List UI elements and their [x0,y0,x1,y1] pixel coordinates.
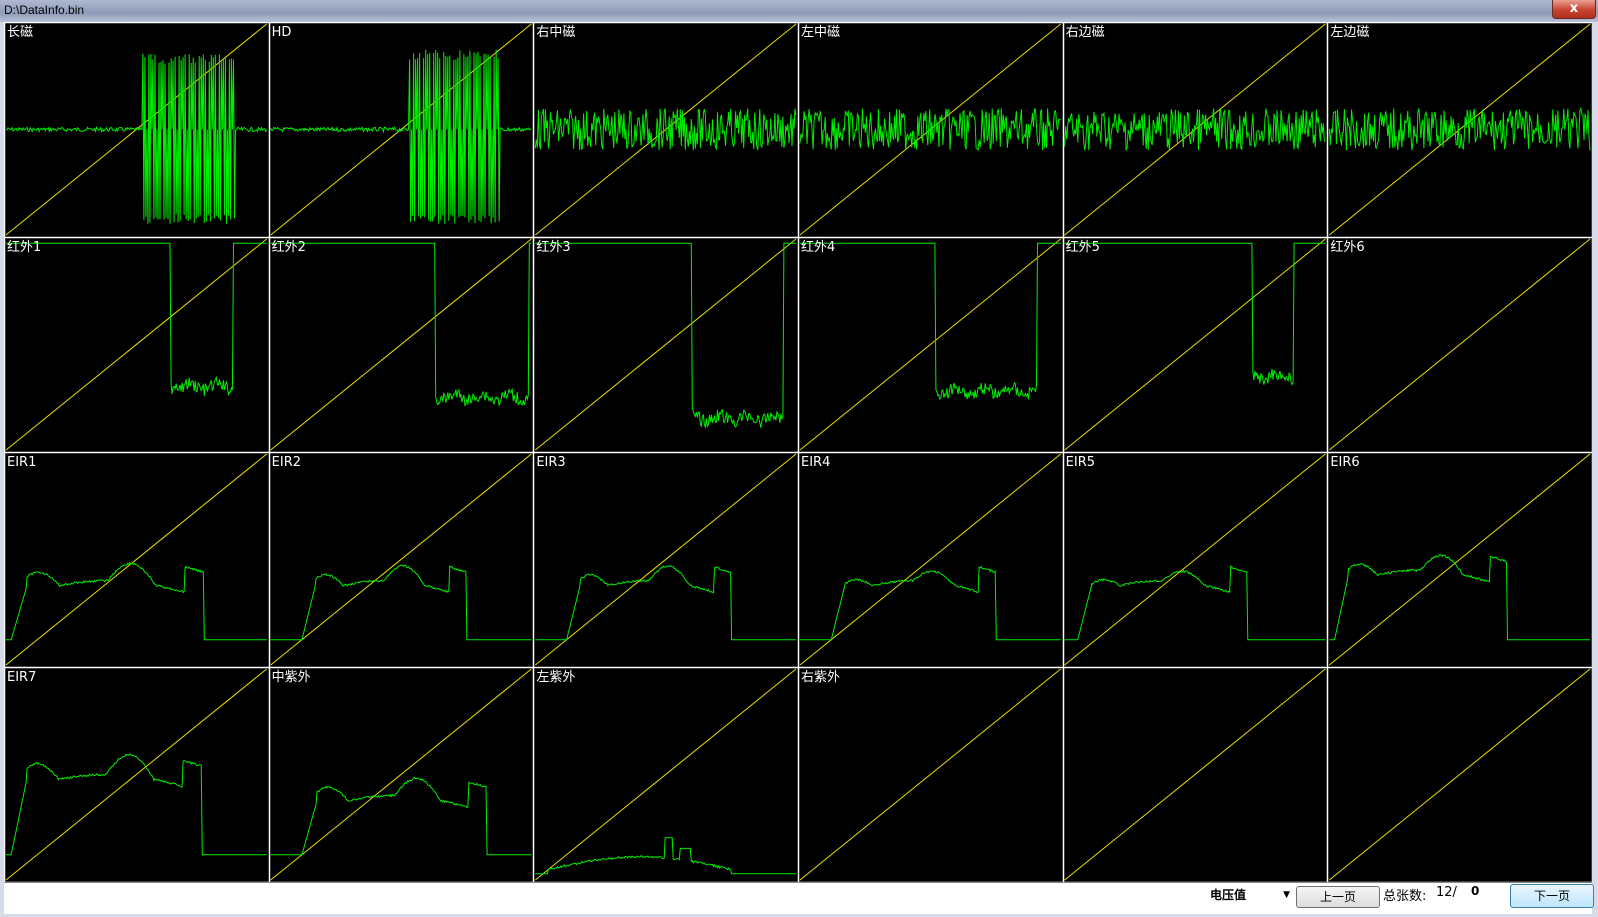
reference-diagonal-line [799,453,1061,666]
panel-title: 左边磁 [1330,25,1369,40]
signal-panel: 左中磁 [799,23,1061,236]
panel-title: 左紫外 [536,670,575,685]
panel-title: 红外5 [1066,239,1100,255]
signal-panel: 右中磁 [534,23,797,236]
reference-diagonal-line [1329,238,1591,451]
signal-panel: 红外5 [1064,238,1326,451]
signal-trace [6,561,267,641]
signal-panel: EIR4 [799,453,1061,666]
signal-panel: 红外1 [5,238,267,451]
panel-title: EIR5 [1066,455,1095,470]
window-title: D:\DataInfo.bin [4,3,85,17]
signal-panel: 左紫外 [535,668,797,881]
panel-title: 长磁 [7,25,33,40]
panel-title: EIR6 [1330,455,1359,470]
signal-trace [800,565,1061,641]
signal-trace [534,108,797,151]
signal-trace [1329,553,1590,641]
panel-title: 红外6 [1330,239,1364,255]
panel-title: 红外2 [272,239,306,255]
chevron-down-icon[interactable]: ▼ [1283,885,1290,905]
panel-title: 红外3 [536,239,570,255]
signal-panel: EIR6 [1329,453,1591,666]
reference-diagonal-line [5,668,267,881]
signal-panel: 左边磁 [1328,23,1591,236]
panel-title: 左中磁 [801,25,840,40]
chart-grid: 长磁 HD 右中磁 左中磁 右边磁 左边磁红外1 红外2 红外3 红外4 红外5 红外6 EIR1 EI… [4,22,1592,882]
panel-title: 右中磁 [536,25,575,40]
reference-diagonal-line [1329,453,1591,666]
signal-panel: EIR3 [535,453,797,666]
signal-trace [6,242,267,397]
signal-trace [270,242,532,408]
signal-panel: 红外4 [799,238,1061,451]
signal-panel: EIR1 [5,453,267,666]
reference-diagonal-line [535,453,797,666]
total-page-value: 0 [1471,884,1480,898]
signal-trace [270,49,532,224]
mode-select-value: 电压值 [1210,888,1247,902]
signal-panel: HD [270,23,532,236]
current-page-value: 12/ [1436,885,1457,900]
total-count-label: 总张数: [1383,889,1427,904]
signal-trace [535,837,796,875]
panel-title: EIR3 [536,455,565,470]
mode-select[interactable]: 电压值 ▼ [1206,885,1294,905]
signal-trace [270,776,532,856]
reference-diagonal-line [1064,668,1326,881]
reference-diagonal-line [799,668,1061,881]
signal-trace [799,108,1061,152]
signal-panel: 红外6 [1329,238,1591,451]
reference-diagonal-line [1064,238,1326,451]
reference-diagonal-line [270,453,532,666]
signal-panel [1064,668,1326,881]
signal-trace [1064,565,1326,641]
panel-title: 右紫外 [801,670,840,685]
close-button[interactable]: x [1552,0,1596,19]
reference-diagonal-line [1329,668,1591,881]
reference-diagonal-line [270,668,532,881]
reference-diagonal-line [270,238,532,451]
signal-panel: EIR5 [1064,453,1326,666]
panel-title: 中紫外 [272,670,311,685]
signal-panel: EIR7 [5,668,267,881]
panel-title: 右边磁 [1066,25,1105,40]
signal-panel: 长磁 [5,23,268,236]
signal-panel: EIR2 [270,453,532,666]
reference-diagonal-line [1064,453,1326,666]
panel-borders [4,22,1592,882]
panel-title: EIR1 [7,455,36,470]
panel-title: EIR4 [801,455,830,470]
reference-diagonal-line [535,668,797,881]
signal-trace [800,242,1061,401]
signal-panel: 红外3 [535,238,797,451]
signal-trace [5,53,268,224]
signal-panel: 右紫外 [799,668,1061,881]
reference-diagonal-line [5,453,267,666]
prev-page-button[interactable]: 上一页 [1296,886,1380,908]
reference-diagonal-line [1329,23,1591,236]
signal-trace [6,753,267,856]
reference-diagonal-line [5,238,267,451]
signal-trace [270,564,532,641]
panel-title: 红外1 [7,239,41,255]
signal-trace [535,564,796,641]
signal-panel [1329,668,1591,881]
signal-trace [1064,242,1326,386]
chart-grid-svg: 长磁 HD 右中磁 左中磁 右边磁 左边磁红外1 红外2 红外3 红外4 红外5 红外6 EIR1 EI… [4,22,1592,882]
signal-panel: 中紫外 [270,668,532,881]
signal-panel: 右边磁 [1064,23,1326,236]
reference-diagonal-line [799,238,1061,451]
title-bar: D:\DataInfo.bin x [0,0,1598,22]
panel-title: EIR7 [7,670,36,685]
panel-title: HD [272,25,292,40]
signal-panel: 红外2 [270,238,532,451]
panel-title: 红外4 [801,239,835,255]
panel-title: EIR2 [272,455,301,470]
next-page-button[interactable]: 下一页 [1510,884,1594,908]
